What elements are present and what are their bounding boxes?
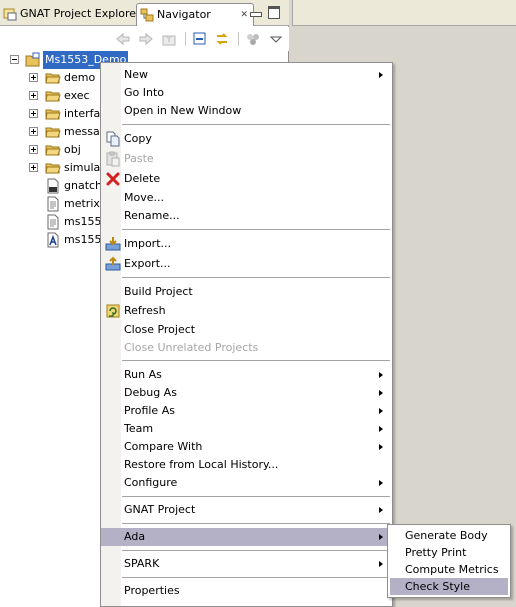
submenu-arrow-icon xyxy=(379,408,383,414)
minimize-icon[interactable] xyxy=(249,6,262,17)
menu-item-spark[interactable]: SPARK xyxy=(101,555,392,573)
folder-icon xyxy=(45,127,61,138)
collapse-toggle-icon[interactable] xyxy=(10,55,19,64)
submenu-item-pretty-print[interactable]: Pretty Print xyxy=(390,544,508,561)
back-arrow-icon[interactable] xyxy=(115,31,131,47)
submenu-item-generate-body[interactable]: Generate Body xyxy=(390,527,508,544)
menu-item-ada[interactable]: Ada xyxy=(101,528,392,546)
ada-submenu: Generate Body Pretty Print Compute Metri… xyxy=(387,524,511,598)
menu-item-gnat-project[interactable]: GNAT Project xyxy=(101,501,392,519)
expand-toggle-icon[interactable] xyxy=(29,73,38,82)
submenu-arrow-icon xyxy=(379,480,383,486)
submenu-arrow-icon xyxy=(379,426,383,432)
submenu-arrow-icon xyxy=(379,507,383,513)
menu-separator xyxy=(122,550,390,552)
menu-item-open-in-new-window[interactable]: Open in New Window xyxy=(101,102,392,120)
menu-item-close-project[interactable]: Close Project xyxy=(101,321,392,339)
tab-navigator[interactable]: Navigator ✕ xyxy=(136,3,254,26)
refresh-icon xyxy=(106,304,120,318)
tree-item-label: exec xyxy=(64,89,90,102)
tab-label: GNAT Project Explorer xyxy=(20,7,141,20)
menu-item-close-unrelated-projects[interactable]: Close Unrelated Projects xyxy=(101,339,392,357)
menu-item-copy[interactable]: Copy xyxy=(101,130,392,148)
ada-file-icon xyxy=(47,232,59,248)
forward-arrow-icon[interactable] xyxy=(138,31,154,47)
menu-separator xyxy=(122,277,390,279)
folder-icon xyxy=(45,73,61,84)
text-file-icon xyxy=(47,214,59,230)
view-tab-bar: GNAT Project Explorer Navigator ✕ xyxy=(0,0,289,26)
menu-item-profile-as[interactable]: Profile As xyxy=(101,402,392,420)
tree-item-label: demo xyxy=(64,71,96,84)
import-icon xyxy=(105,237,121,251)
editor-tab-strip xyxy=(292,0,516,26)
submenu-arrow-icon xyxy=(379,390,383,396)
expand-toggle-icon[interactable] xyxy=(29,145,38,154)
submenu-arrow-icon xyxy=(379,561,383,567)
text-file-icon xyxy=(47,196,59,212)
menu-item-team[interactable]: Team xyxy=(101,420,392,438)
expand-toggle-icon[interactable] xyxy=(29,91,38,100)
menu-item-build-project[interactable]: Build Project xyxy=(101,283,392,301)
menu-separator xyxy=(122,229,390,231)
menu-item-run-as[interactable]: Run As xyxy=(101,366,392,384)
menu-separator xyxy=(122,523,390,525)
menu-item-properties[interactable]: Properties xyxy=(101,582,392,600)
menu-item-paste[interactable]: Paste xyxy=(101,150,392,168)
menu-item-import[interactable]: Import... xyxy=(101,235,392,253)
menu-item-export[interactable]: Export... xyxy=(101,255,392,273)
menu-item-move[interactable]: Move... xyxy=(101,189,392,207)
maximize-icon[interactable] xyxy=(268,6,280,19)
menu-item-compare-with[interactable]: Compare With xyxy=(101,438,392,456)
menu-separator xyxy=(122,577,390,579)
menu-item-new[interactable]: New xyxy=(101,66,392,84)
collapse-all-icon[interactable] xyxy=(192,31,208,47)
toolbar-separator xyxy=(185,32,186,46)
toolbar-separator xyxy=(238,32,239,46)
folder-icon xyxy=(45,109,61,120)
menu-item-go-into[interactable]: Go Into xyxy=(101,84,392,102)
link-with-editor-icon[interactable] xyxy=(214,31,230,47)
folder-icon xyxy=(45,91,61,102)
delete-icon xyxy=(106,172,120,186)
menu-item-rename[interactable]: Rename... xyxy=(101,207,392,225)
tree-item-label: obj xyxy=(64,143,81,156)
navigator-icon xyxy=(140,8,154,22)
expand-toggle-icon[interactable] xyxy=(29,127,38,136)
paste-icon xyxy=(106,151,120,167)
export-icon xyxy=(105,256,121,271)
tab-gnat-project-explorer[interactable]: GNAT Project Explorer xyxy=(0,3,141,26)
menu-item-refresh[interactable]: Refresh xyxy=(101,302,392,320)
menu-item-debug-as[interactable]: Debug As xyxy=(101,384,392,402)
submenu-arrow-icon xyxy=(379,72,383,78)
menu-item-restore-from-local-history[interactable]: Restore from Local History... xyxy=(101,456,392,474)
view-toolbar xyxy=(0,27,289,51)
menu-separator xyxy=(122,124,390,126)
copy-icon xyxy=(106,131,120,147)
folder-icon xyxy=(45,145,61,156)
menu-separator xyxy=(122,360,390,362)
close-icon[interactable]: ✕ xyxy=(240,4,248,26)
project-folder-icon xyxy=(25,52,40,67)
submenu-arrow-icon xyxy=(379,444,383,450)
submenu-arrow-icon xyxy=(379,534,383,540)
expand-toggle-icon[interactable] xyxy=(29,163,38,172)
menu-separator xyxy=(122,496,390,498)
binary-file-icon xyxy=(47,178,59,194)
folder-icon xyxy=(45,163,61,174)
submenu-item-compute-metrics[interactable]: Compute Metrics xyxy=(390,561,508,578)
view-menu-chevron-icon[interactable] xyxy=(268,31,284,47)
menu-item-configure[interactable]: Configure xyxy=(101,474,392,492)
context-menu: New Go Into Open in New Window Copy Past… xyxy=(100,62,393,607)
submenu-item-check-style[interactable]: Check Style xyxy=(390,578,508,595)
expand-toggle-icon[interactable] xyxy=(29,109,38,118)
up-folder-icon[interactable] xyxy=(161,31,177,47)
submenu-arrow-icon xyxy=(379,372,383,378)
menu-item-delete[interactable]: Delete xyxy=(101,170,392,188)
filter-icon[interactable] xyxy=(245,31,261,47)
project-explorer-icon xyxy=(3,8,17,21)
tab-label: Navigator xyxy=(157,8,211,21)
